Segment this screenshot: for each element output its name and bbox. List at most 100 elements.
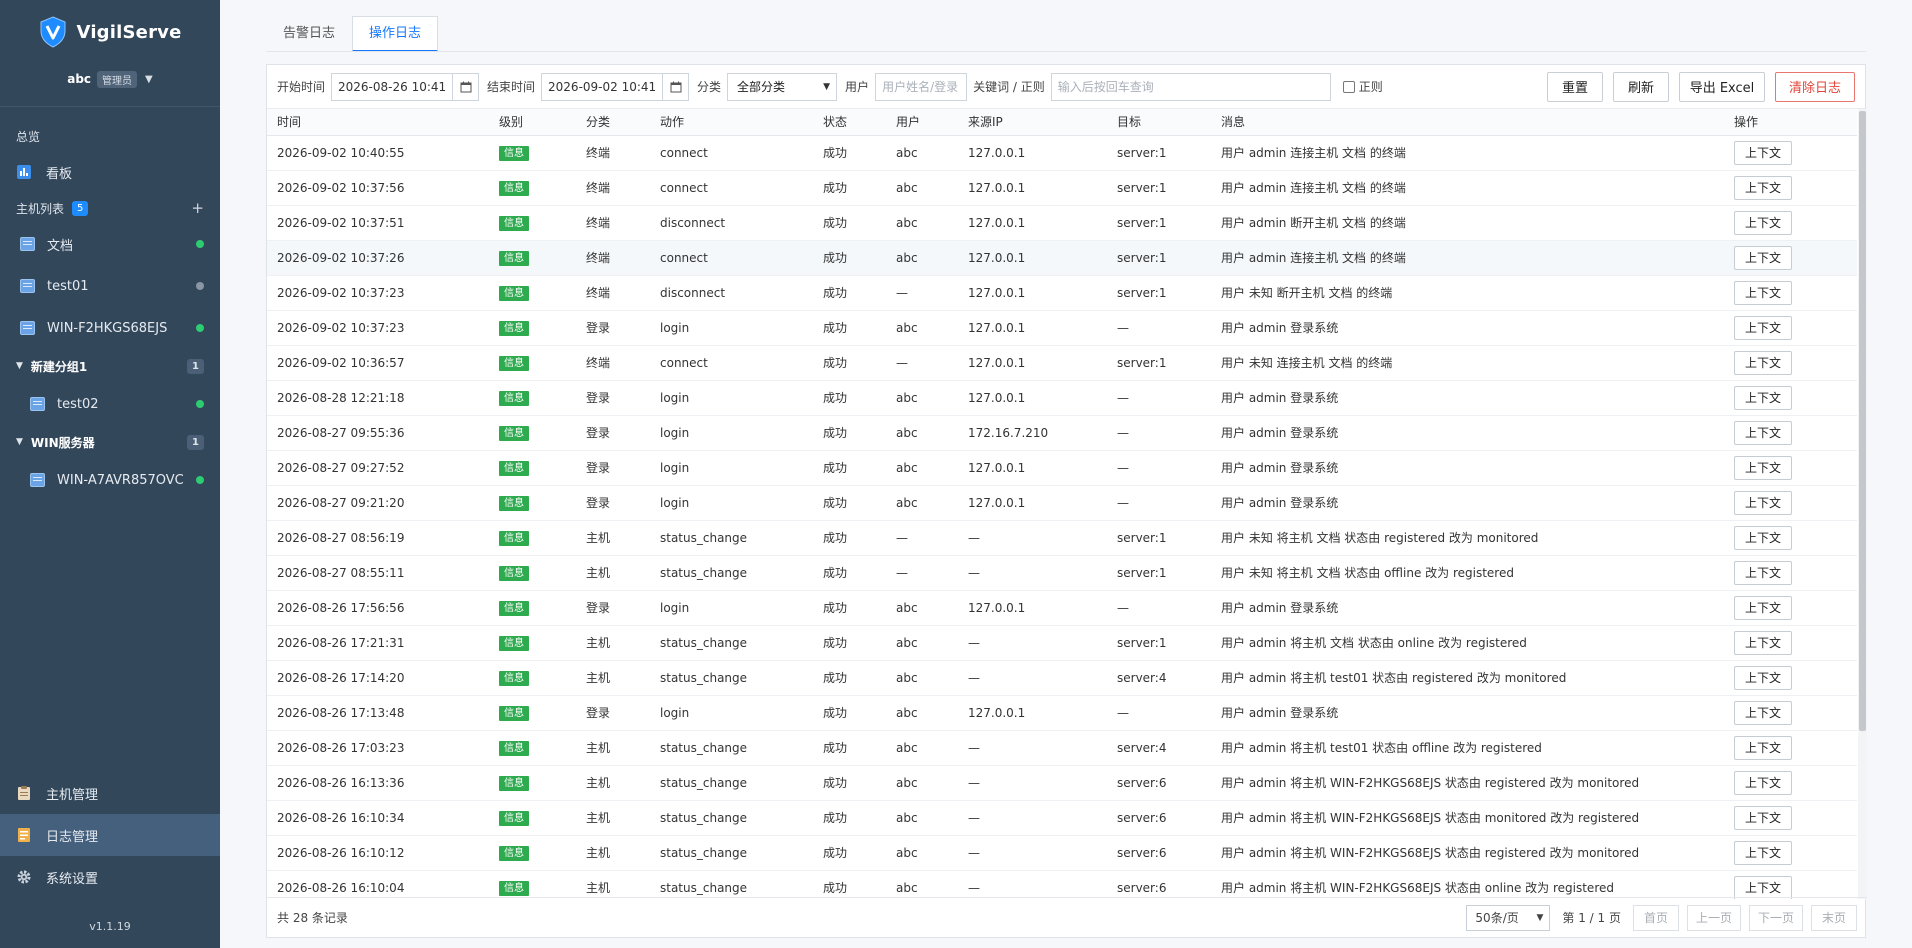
table-row[interactable]: 2026-08-26 16:13:36 信息 主机 status_change 成功 ab… (267, 765, 1857, 801)
column-header[interactable]: 时间 (267, 109, 489, 136)
level-badge: 信息 (499, 145, 529, 161)
sidebar-host-win-a7avr857ovc[interactable]: WIN-A7AVR857OVC (0, 459, 220, 501)
cell-action: login (650, 415, 813, 451)
sidebar-item-settings[interactable]: 系统设置 (0, 856, 220, 898)
column-header[interactable]: 动作 (650, 109, 813, 136)
first-page-button[interactable]: 首页 (1633, 904, 1679, 931)
context-button[interactable]: 上下文 (1734, 280, 1793, 305)
context-button[interactable]: 上下文 (1734, 455, 1793, 480)
sidebar-item-dashboard[interactable]: 看板 (0, 151, 220, 193)
sidebar-group-2[interactable]: ▼ WIN服务器 1 (0, 425, 220, 459)
context-button[interactable]: 上下文 (1734, 420, 1793, 445)
cell-source-ip: — (958, 520, 1107, 556)
cell-source-ip: 127.0.0.1 (958, 485, 1107, 521)
column-header[interactable]: 分类 (576, 109, 650, 136)
table-row[interactable]: 2026-08-27 09:27:52 信息 登录 login 成功 abc 127.0.0… (267, 450, 1857, 486)
table-row[interactable]: 2026-08-26 17:13:48 信息 登录 login 成功 abc 127.0.0… (267, 695, 1857, 731)
table-row[interactable]: 2026-08-26 17:03:23 信息 主机 status_change 成功 ab… (267, 730, 1857, 766)
sidebar-host-test01[interactable]: test01 (0, 265, 220, 307)
table-row[interactable]: 2026-09-02 10:37:23 信息 登录 login 成功 abc 127.0.0… (267, 310, 1857, 346)
table-row[interactable]: 2026-09-02 10:36:57 信息 终端 connect 成功 —127.0.0… (267, 345, 1857, 381)
calendar-icon[interactable] (452, 73, 478, 100)
table-row[interactable]: 2026-08-27 09:21:20 信息 登录 login 成功 abc 127.0.0… (267, 485, 1857, 521)
add-host-icon[interactable]: + (191, 199, 204, 217)
table-row[interactable]: 2026-08-26 16:10:12 信息 主机 status_change 成功 ab… (267, 835, 1857, 871)
end-time-input[interactable]: 2026-09-02 10:41 (541, 72, 690, 101)
page-size-select[interactable]: 50条/页 ▼ (1466, 904, 1551, 931)
context-button[interactable]: 上下文 (1734, 875, 1793, 899)
context-button[interactable]: 上下文 (1734, 245, 1793, 270)
category-select[interactable]: 全部分类 ▼ (727, 72, 838, 101)
reset-button[interactable]: 重置 (1547, 71, 1603, 102)
context-button[interactable]: 上下文 (1734, 735, 1793, 760)
sidebar-host-test02[interactable]: test02 (0, 383, 220, 425)
context-button[interactable]: 上下文 (1734, 490, 1793, 515)
scrollbar-thumb[interactable] (1859, 111, 1866, 731)
context-button[interactable]: 上下文 (1734, 560, 1793, 585)
column-header[interactable]: 目标 (1107, 109, 1211, 136)
next-page-button[interactable]: 下一页 (1749, 904, 1803, 931)
context-button[interactable]: 上下文 (1734, 595, 1793, 620)
sidebar-host-win-f2hkgs68ejs[interactable]: WIN-F2HKGS68EJS (0, 307, 220, 349)
cell-user: abc (886, 695, 958, 731)
context-button[interactable]: 上下文 (1734, 385, 1793, 410)
context-button[interactable]: 上下文 (1734, 630, 1793, 655)
brand[interactable]: VigilServe (0, 0, 220, 62)
context-button[interactable]: 上下文 (1734, 175, 1793, 200)
tab-operation-log[interactable]: 操作日志 (352, 16, 439, 52)
tab-alarm-log[interactable]: 告警日志 (266, 16, 352, 52)
table-row[interactable]: 2026-09-02 10:37:26 信息 终端 connect 成功 abc 127.0… (267, 240, 1857, 276)
table-row[interactable]: 2026-09-02 10:37:23 信息 终端 disconnect 成功 —127.… (267, 275, 1857, 311)
sidebar-item-log-management[interactable]: 日志管理 (0, 814, 220, 856)
context-button[interactable]: 上下文 (1734, 840, 1793, 865)
table-row[interactable]: 2026-08-26 17:14:20 信息 主机 status_change 成功 ab… (267, 660, 1857, 696)
last-page-button[interactable]: 末页 (1811, 904, 1857, 931)
context-button[interactable]: 上下文 (1734, 315, 1793, 340)
context-button[interactable]: 上下文 (1734, 140, 1793, 165)
sidebar-item-host-management[interactable]: 主机管理 (0, 772, 220, 814)
sidebar-group-1[interactable]: ▼ 新建分组1 1 (0, 349, 220, 383)
column-header[interactable]: 状态 (813, 109, 886, 136)
table-row[interactable]: 2026-08-26 17:21:31 信息 主机 status_change 成功 ab… (267, 625, 1857, 661)
context-button[interactable]: 上下文 (1734, 700, 1793, 725)
keyword-input[interactable]: 输入后按回车查询 (1050, 72, 1331, 101)
clear-log-button[interactable]: 清除日志 (1775, 71, 1855, 102)
regex-checkbox[interactable]: 正则 (1342, 78, 1383, 95)
export-excel-button[interactable]: 导出 Excel (1679, 71, 1765, 102)
refresh-button[interactable]: 刷新 (1613, 71, 1669, 102)
user-menu[interactable]: abc 管理员 ▼ (0, 62, 220, 96)
context-button[interactable]: 上下文 (1734, 210, 1793, 235)
table-row[interactable]: 2026-08-27 08:55:11 信息 主机 status_change 成功 — —… (267, 555, 1857, 591)
cell-operation: 上下文 (1724, 695, 1857, 731)
table-row[interactable]: 2026-08-27 08:56:19 信息 主机 status_change 成功 — —… (267, 520, 1857, 556)
checkbox-box[interactable] (1342, 80, 1355, 93)
table-row[interactable]: 2026-08-28 12:21:18 信息 登录 login 成功 abc 127.0.0… (267, 380, 1857, 416)
context-button[interactable]: 上下文 (1734, 525, 1793, 550)
calendar-icon[interactable] (662, 73, 688, 100)
column-header[interactable]: 用户 (886, 109, 958, 136)
table-row[interactable]: 2026-09-02 10:37:56 信息 终端 connect 成功 abc 127.0… (267, 170, 1857, 206)
cell-status: 成功 (813, 835, 886, 871)
context-button[interactable]: 上下文 (1734, 665, 1793, 690)
table-row[interactable]: 2026-08-27 09:55:36 信息 登录 login 成功 abc 172.16.… (267, 415, 1857, 451)
table-row[interactable]: 2026-08-26 16:10:34 信息 主机 status_change 成功 ab… (267, 800, 1857, 836)
prev-page-button[interactable]: 上一页 (1687, 904, 1741, 931)
context-button[interactable]: 上下文 (1734, 350, 1793, 375)
table-row[interactable]: 2026-08-26 17:56:56 信息 登录 login 成功 abc 127.0.0… (267, 590, 1857, 626)
cell-action: status_change (650, 520, 813, 556)
user-filter-input[interactable]: 用户姓名/登录 (875, 72, 968, 101)
column-header[interactable]: 级别 (489, 109, 576, 136)
table-row[interactable]: 2026-08-26 16:10:04 信息 主机 status_change 成功 ab… (267, 870, 1857, 899)
table-row[interactable]: 2026-09-02 10:37:51 信息 终端 disconnect 成功 abc 12… (267, 205, 1857, 241)
level-badge: 信息 (499, 320, 529, 336)
start-time-input[interactable]: 2026-08-26 10:41 (331, 72, 480, 101)
column-header[interactable]: 消息 (1211, 109, 1724, 136)
table-scrollbar[interactable] (1858, 109, 1867, 899)
cell-level: 信息 (489, 345, 576, 381)
table-row[interactable]: 2026-09-02 10:40:55 信息 终端 connect 成功 abc 127.0… (267, 135, 1857, 171)
sidebar-host-wendang[interactable]: 文档 (0, 223, 220, 265)
host-name: test01 (47, 278, 89, 294)
context-button[interactable]: 上下文 (1734, 770, 1793, 795)
column-header[interactable]: 来源IP (958, 109, 1107, 136)
context-button[interactable]: 上下文 (1734, 805, 1793, 830)
